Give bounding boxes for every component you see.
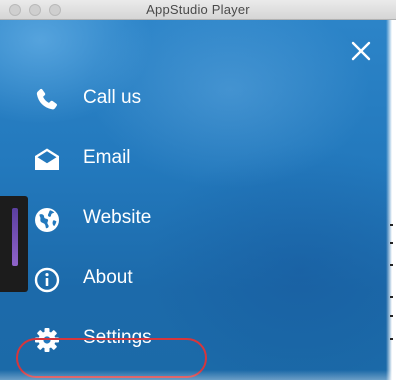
menu-item-call-us[interactable]: Call us bbox=[0, 77, 300, 121]
drawer-handle-bar bbox=[12, 208, 18, 266]
menu-item-label: Settings bbox=[83, 327, 152, 348]
close-icon bbox=[351, 41, 371, 61]
globe-icon bbox=[33, 206, 61, 234]
menu-item-about[interactable]: About bbox=[0, 257, 300, 301]
menu-item-email[interactable]: Email bbox=[0, 137, 300, 181]
menu-item-label: About bbox=[83, 267, 133, 288]
menu-item-label: Call us bbox=[83, 87, 142, 108]
background-window-edge bbox=[386, 20, 396, 380]
app-menu-panel: Call us Email Website About Settings bbox=[0, 20, 396, 380]
gear-icon bbox=[33, 326, 61, 354]
window-title: AppStudio Player bbox=[146, 2, 250, 17]
envelope-open-icon bbox=[33, 146, 61, 174]
menu-item-website[interactable]: Website bbox=[0, 197, 300, 241]
info-circle-icon bbox=[33, 266, 61, 294]
menu-item-label: Website bbox=[83, 207, 152, 228]
close-menu-button[interactable] bbox=[350, 40, 372, 62]
menu-item-settings[interactable]: Settings bbox=[0, 317, 300, 361]
window-titlebar: AppStudio Player bbox=[0, 0, 396, 20]
side-drawer-handle[interactable] bbox=[0, 196, 28, 292]
phone-icon bbox=[33, 86, 61, 114]
menu-item-label: Email bbox=[83, 147, 131, 168]
bottom-edge bbox=[0, 370, 396, 380]
